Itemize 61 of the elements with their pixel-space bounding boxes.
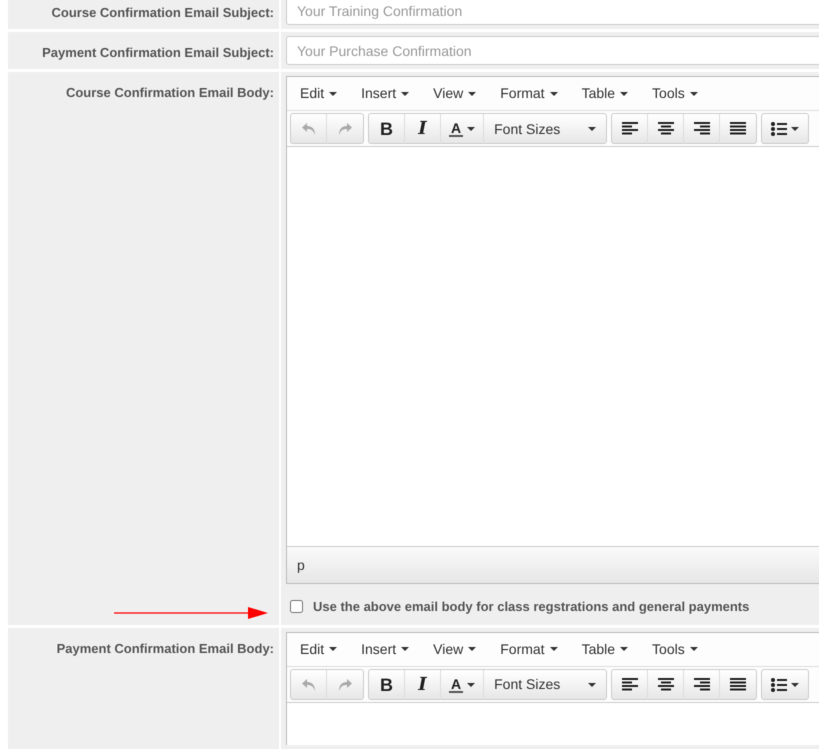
menu-item[interactable]: Insert <box>352 636 418 662</box>
bold-button[interactable]: B <box>369 670 405 700</box>
caret-icon <box>588 127 596 131</box>
redo-icon <box>338 678 352 690</box>
field-label: Course Confirmation Email Subject: <box>52 5 274 20</box>
menu-item[interactable]: Insert <box>352 80 418 107</box>
menu-item[interactable]: Edit <box>291 636 346 662</box>
caret-icon <box>468 92 476 96</box>
menu-item[interactable]: Table <box>572 80 638 107</box>
caret-icon <box>467 682 476 686</box>
menu-item[interactable]: Format <box>491 636 567 662</box>
bullet-list-icon <box>771 122 788 136</box>
field-label: Payment Confirmation Email Subject: <box>42 45 274 60</box>
align-justify-icon <box>730 678 746 692</box>
undo-icon <box>302 123 316 135</box>
align-justify-icon <box>730 122 746 136</box>
align-left-icon <box>622 122 638 136</box>
menu-item[interactable]: View <box>424 636 486 662</box>
element-path[interactable]: p <box>297 555 305 576</box>
caret-icon <box>791 682 800 686</box>
menu-item[interactable]: Table <box>572 636 638 662</box>
caret-icon <box>401 647 410 651</box>
caret-icon <box>550 92 558 96</box>
field-label: Course Confirmation Email Body: <box>64 84 274 102</box>
caret-icon <box>690 647 698 651</box>
align-left-icon <box>622 678 638 692</box>
menu-item[interactable]: View <box>424 80 486 107</box>
field-label: Payment Confirmation Email Body: <box>56 640 274 658</box>
menu-item[interactable]: Tools <box>643 636 707 662</box>
text-input-field[interactable]: Your Training Confirmation <box>286 0 819 25</box>
caret-icon <box>550 647 558 651</box>
font-size-dropdown[interactable]: Font Sizes <box>484 114 606 144</box>
text-color-button[interactable]: A <box>441 670 484 700</box>
checkbox-label: Use the above email body for class regstrations and general payments <box>313 598 750 616</box>
caret-icon <box>620 647 628 651</box>
caret-icon <box>468 647 476 651</box>
caret-icon <box>467 127 476 131</box>
align-right-icon <box>694 678 710 692</box>
checkbox[interactable] <box>290 600 303 614</box>
caret-icon <box>401 92 410 96</box>
undo-icon <box>302 678 316 690</box>
menu-item[interactable]: Tools <box>643 80 707 107</box>
caret-icon <box>690 92 698 96</box>
align-center-icon <box>658 122 674 136</box>
caret-icon <box>791 127 800 131</box>
caret-icon <box>329 92 338 96</box>
caret-icon <box>329 647 338 651</box>
menu-item[interactable]: Format <box>491 80 567 107</box>
align-center-icon <box>658 678 674 692</box>
bullet-list-icon <box>771 678 788 692</box>
redo-icon <box>338 123 352 135</box>
italic-button[interactable]: I <box>405 114 441 144</box>
menu-item[interactable]: Edit <box>291 80 346 107</box>
caret-icon <box>588 682 596 686</box>
caret-icon <box>620 92 628 96</box>
font-size-dropdown[interactable]: Font Sizes <box>484 670 606 700</box>
text-input-field[interactable]: Your Purchase Confirmation <box>286 36 819 65</box>
italic-button[interactable]: I <box>405 670 441 700</box>
text-color-button[interactable]: A <box>441 114 484 144</box>
bold-button[interactable]: B <box>369 114 405 144</box>
align-right-icon <box>694 122 710 136</box>
